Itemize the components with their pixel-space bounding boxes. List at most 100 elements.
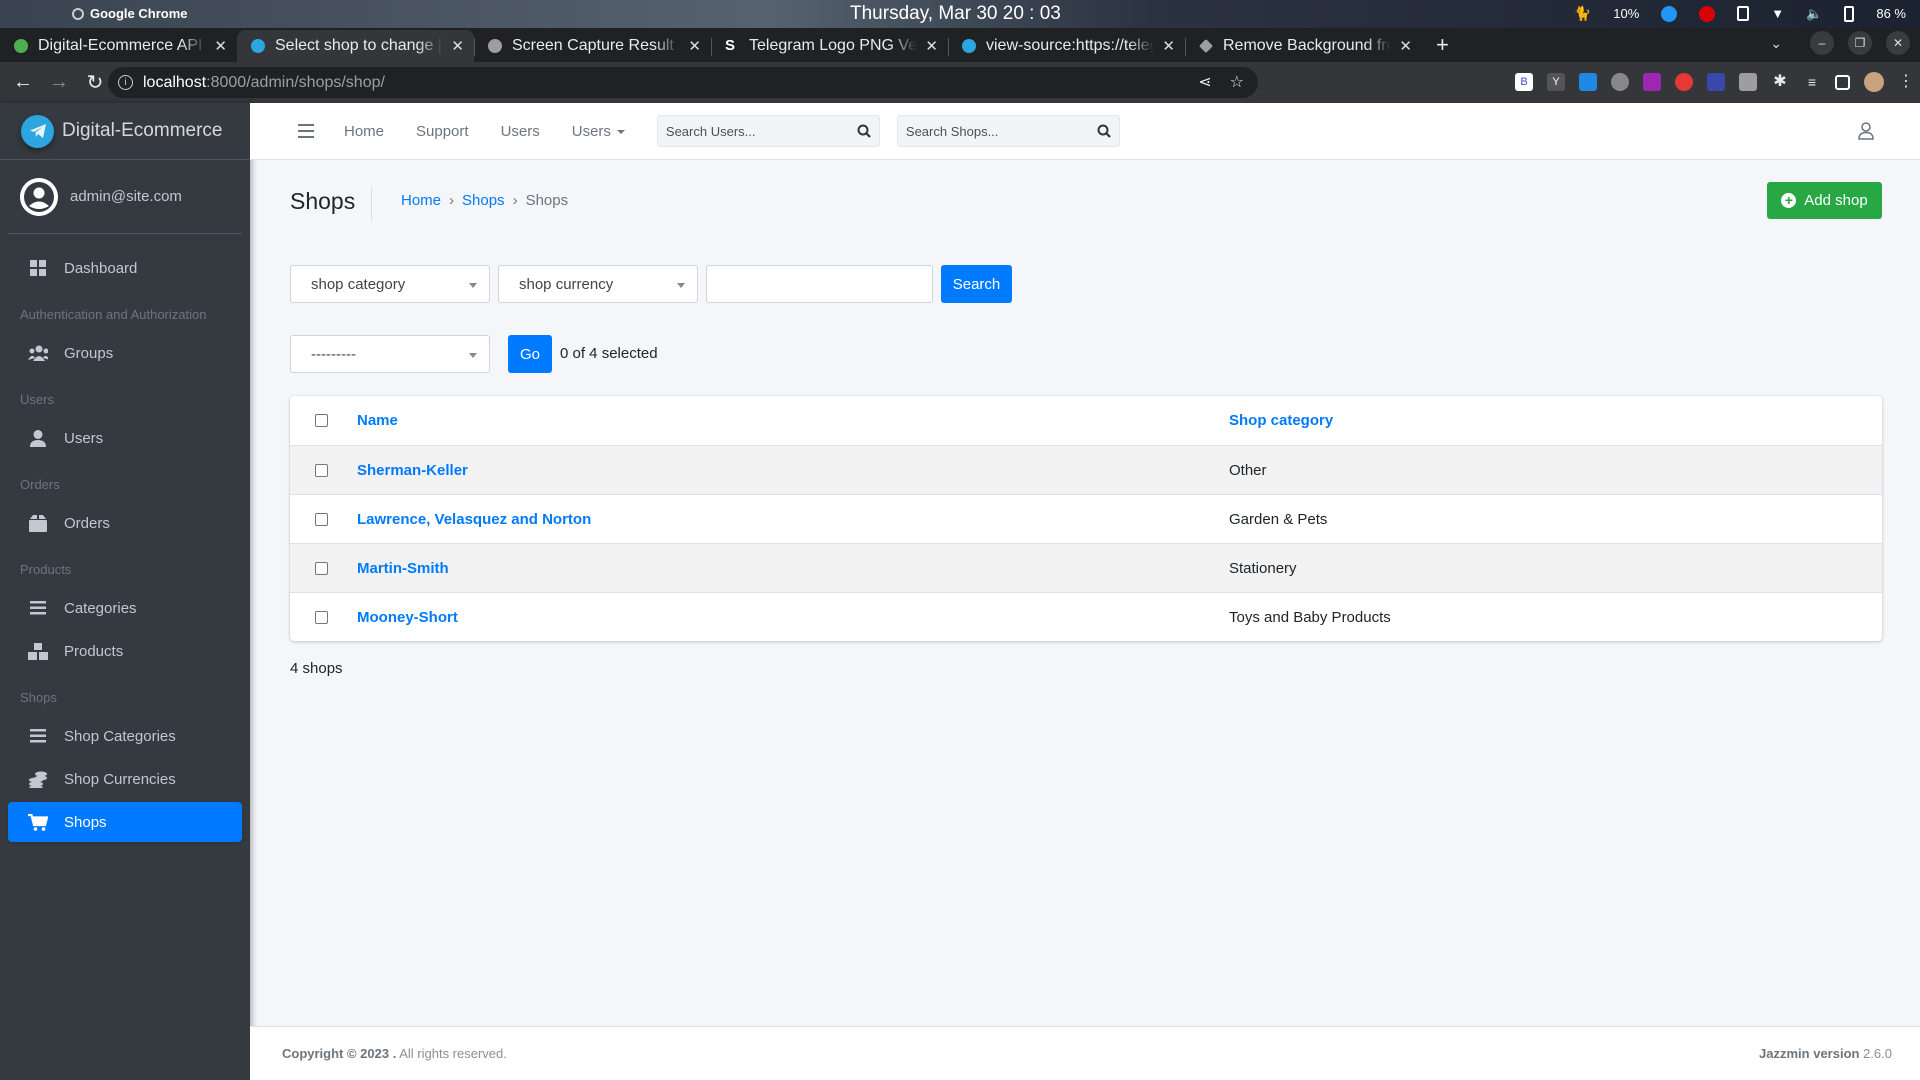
search-button[interactable]: Search — [941, 265, 1012, 303]
battery-icon[interactable] — [1844, 5, 1855, 22]
bulk-action-bar: --------- Go 0 of 4 selected — [290, 335, 658, 373]
reload-button[interactable]: ↻ — [82, 70, 108, 95]
browser-tab[interactable]: view-source:https://teleg ✕ — [948, 30, 1185, 62]
reading-list-icon[interactable]: ≡ — [1803, 73, 1821, 91]
browser-tab[interactable]: Remove Background fro ✕ — [1185, 30, 1422, 62]
browser-tab[interactable]: Screen Capture Result ✕ — [474, 30, 711, 62]
profile-avatar[interactable] — [1864, 72, 1884, 92]
jazzmin-version: Jazzmin version 2.6.0 — [1759, 1046, 1892, 1061]
forward-button[interactable]: → — [46, 71, 72, 94]
site-info-icon[interactable]: i — [118, 75, 133, 90]
address-bar[interactable]: i localhost:8000/admin/shops/shop/ ⋖ ☆ — [108, 67, 1258, 98]
cpu-usage: 10% — [1613, 6, 1640, 21]
extension-y-icon[interactable]: Y — [1547, 73, 1565, 91]
breadcrumb-separator: › — [512, 192, 518, 209]
extension-color-icon[interactable] — [1643, 73, 1661, 91]
volume-icon[interactable]: 🔈 — [1806, 6, 1822, 22]
topnav-users[interactable]: Users — [501, 123, 540, 140]
search-icon[interactable] — [1097, 124, 1111, 138]
search-shops-input[interactable]: Search Shops... — [896, 115, 1120, 147]
close-tab-icon[interactable]: ✕ — [925, 37, 938, 55]
shop-name-link[interactable]: Mooney-Short — [357, 609, 458, 626]
sidebar-nav: Dashboard Authentication and Authorizati… — [0, 234, 250, 853]
user-menu-icon[interactable] — [1858, 122, 1874, 145]
close-window-button[interactable]: ✕ — [1886, 31, 1910, 55]
row-checkbox[interactable] — [315, 463, 328, 477]
extension-b-icon[interactable]: B — [1515, 73, 1533, 91]
table-row: Lawrence, Velasquez and Norton Garden & … — [290, 494, 1882, 543]
layers-favicon-icon — [1199, 39, 1213, 53]
row-checkbox[interactable] — [315, 561, 328, 575]
browser-tab[interactable]: Digital-Ecommerce API f ✕ — [0, 30, 237, 62]
bulk-action-select[interactable]: --------- — [290, 335, 490, 373]
sidebar-item-dashboard[interactable]: Dashboard — [8, 248, 242, 288]
topnav-home[interactable]: Home — [344, 123, 384, 140]
close-tab-icon[interactable]: ✕ — [214, 37, 227, 55]
breadcrumb-home[interactable]: Home — [401, 192, 441, 209]
topnav-support[interactable]: Support — [416, 123, 469, 140]
bookmark-star-icon[interactable]: ☆ — [1230, 72, 1244, 92]
list-icon — [28, 729, 48, 743]
sidebar-item-categories[interactable]: Categories — [8, 588, 242, 628]
cpu-cat-icon[interactable]: 🐈 — [1574, 5, 1591, 22]
user-panel[interactable]: admin@site.com — [8, 160, 242, 234]
browser-tab-active[interactable]: Select shop to change | D ✕ — [237, 30, 474, 62]
coins-icon — [28, 771, 48, 788]
nav-header-orders: Orders — [20, 477, 60, 492]
active-app-name[interactable]: Google Chrome — [72, 6, 188, 21]
brand-link[interactable]: Digital-Ecommerce — [0, 103, 250, 160]
clock[interactable]: Thursday, Mar 30 20 : 03 — [850, 3, 1061, 25]
extension-camera-icon[interactable] — [1739, 73, 1757, 91]
sidebar-item-products[interactable]: Products — [8, 631, 242, 671]
sidebar-item-users[interactable]: Users — [8, 418, 242, 458]
sidebar-item-shop-currencies[interactable]: Shop Currencies — [8, 759, 242, 799]
close-tab-icon[interactable]: ✕ — [1162, 37, 1175, 55]
extension-screen-icon[interactable] — [1579, 73, 1597, 91]
sidebar-item-shops[interactable]: Shops — [8, 802, 242, 842]
mega-icon[interactable] — [1699, 5, 1716, 22]
close-tab-icon[interactable]: ✕ — [451, 37, 464, 55]
chrome-menu-icon[interactable]: ⋮ — [1898, 73, 1914, 91]
sidebar-item-groups[interactable]: Groups — [8, 333, 242, 373]
plus-circle-icon: + — [1781, 193, 1797, 208]
browser-tab[interactable]: S Telegram Logo PNG Vec ✕ — [711, 30, 948, 62]
search-users-input[interactable]: Search Users... — [656, 115, 880, 147]
column-header-shop-category[interactable]: Shop category — [1229, 412, 1333, 429]
cart-icon — [28, 813, 48, 831]
shop-category-filter-select[interactable]: shop category — [290, 265, 490, 303]
column-header-name[interactable]: Name — [357, 412, 398, 429]
row-checkbox[interactable] — [315, 610, 328, 624]
tab-search-chevron-icon[interactable]: ⌄ — [1770, 35, 1782, 52]
sidebar-item-shop-categories[interactable]: Shop Categories — [8, 716, 242, 756]
hamburger-menu-icon[interactable] — [298, 124, 314, 138]
extensions-puzzle-icon[interactable]: ✱ — [1771, 73, 1789, 91]
minimize-button[interactable]: – — [1810, 31, 1834, 55]
close-tab-icon[interactable]: ✕ — [1399, 37, 1412, 55]
extension-red-icon[interactable] — [1675, 73, 1693, 91]
select-all-checkbox[interactable] — [315, 414, 328, 427]
search-icon[interactable] — [857, 124, 871, 138]
close-tab-icon[interactable]: ✕ — [688, 37, 701, 55]
shop-name-link[interactable]: Lawrence, Velasquez and Norton — [357, 511, 591, 528]
breadcrumb-shops-app[interactable]: Shops — [462, 192, 505, 209]
shop-name-link[interactable]: Sherman-Keller — [357, 462, 468, 479]
wifi-icon[interactable]: ▼ — [1771, 6, 1784, 21]
add-shop-button[interactable]: + Add shop — [1767, 182, 1882, 219]
sidebar-item-orders[interactable]: Orders — [8, 503, 242, 543]
shop-currency-filter-select[interactable]: shop currency — [498, 265, 698, 303]
search-input[interactable] — [706, 265, 933, 303]
clipboard-icon[interactable] — [1737, 6, 1750, 21]
os-top-bar: Google Chrome Thursday, Mar 30 20 : 03 🐈… — [0, 0, 1920, 28]
back-button[interactable]: ← — [10, 71, 36, 94]
topnav-users-dropdown[interactable]: Users — [572, 123, 625, 140]
new-tab-button[interactable]: + — [1436, 30, 1449, 62]
go-button[interactable]: Go — [508, 335, 552, 373]
extension-paint-icon[interactable] — [1707, 73, 1725, 91]
side-panel-icon[interactable] — [1835, 74, 1850, 90]
shop-name-link[interactable]: Martin-Smith — [357, 560, 449, 577]
extension-globe-icon[interactable] — [1611, 73, 1629, 91]
maximize-button[interactable]: ❐ — [1848, 31, 1872, 55]
row-checkbox[interactable] — [315, 512, 328, 526]
notification-app-icon[interactable] — [1661, 5, 1678, 22]
share-icon[interactable]: ⋖ — [1198, 72, 1211, 92]
